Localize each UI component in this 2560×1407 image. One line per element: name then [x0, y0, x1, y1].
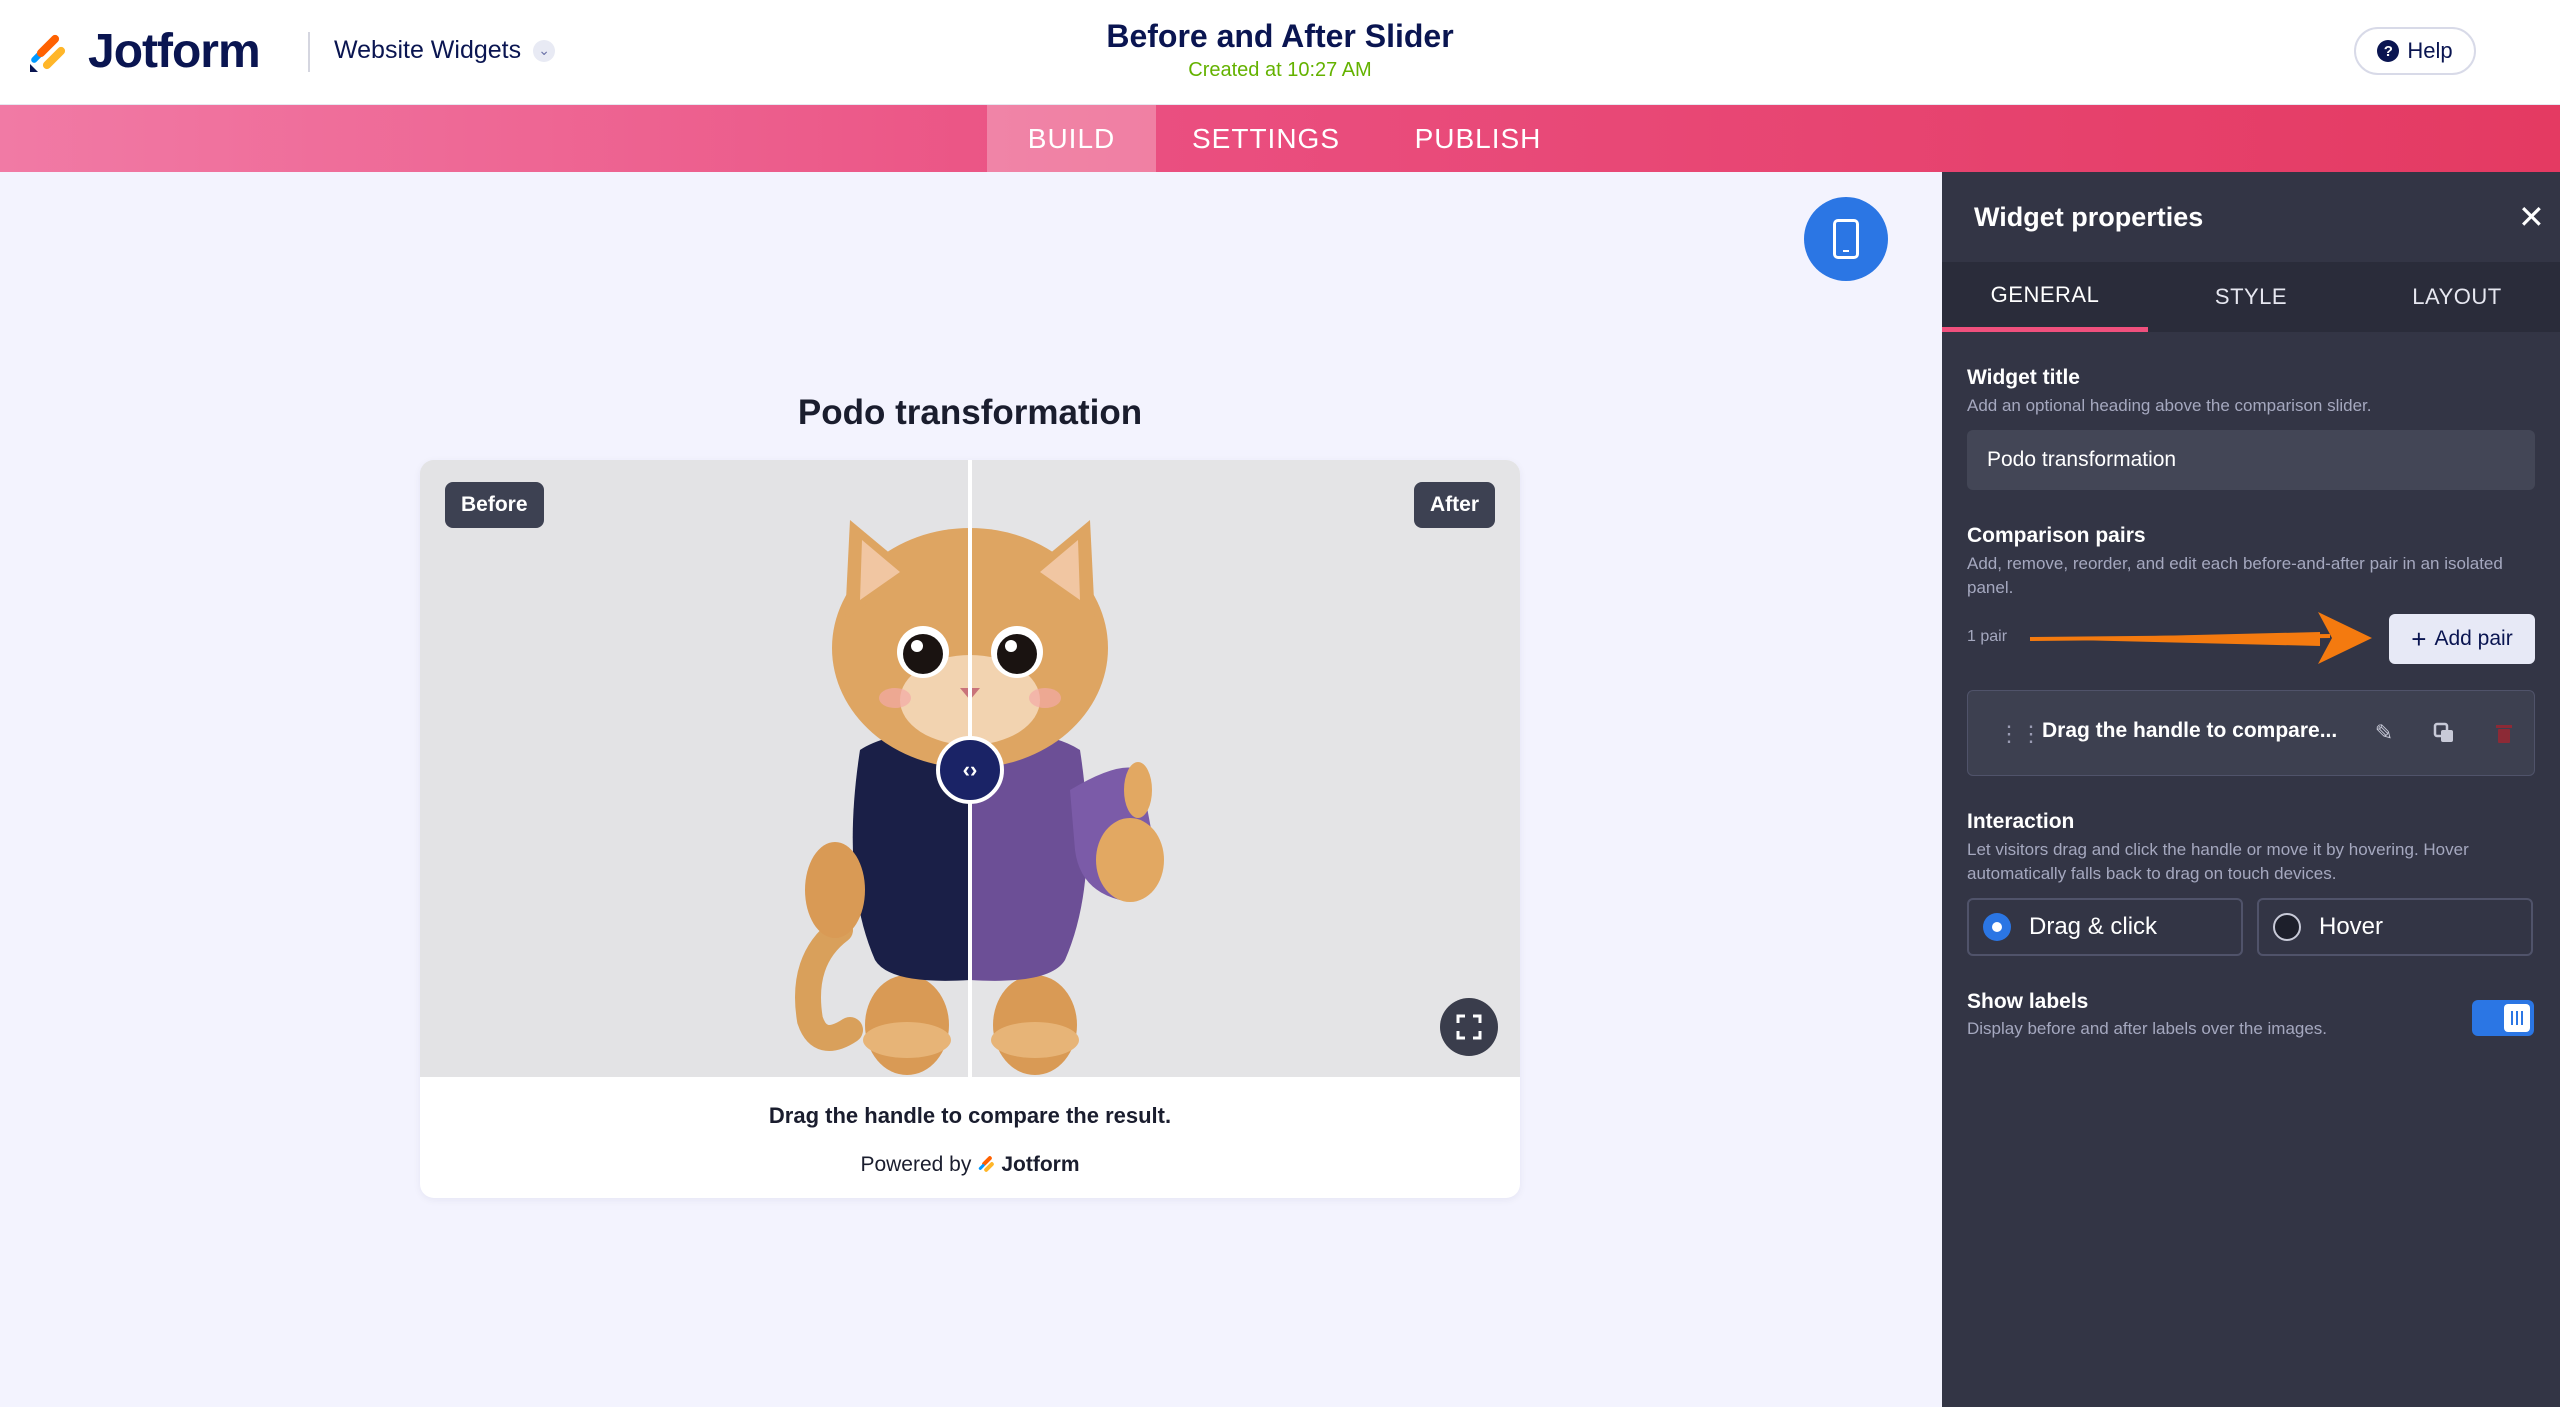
top-bar: Jotform Website Widgets ⌄ Before and Aft…	[0, 0, 2560, 105]
jotform-small-logo-icon	[979, 1156, 995, 1172]
comparison-pairs-label: Comparison pairs	[1967, 524, 2146, 547]
radio-unselected-icon	[2273, 913, 2301, 941]
radio-hover[interactable]: Hover	[2257, 898, 2533, 956]
radio-drag-click-label: Drag & click	[2029, 913, 2158, 940]
pair-item-label: Drag the handle to compare...	[2042, 719, 2338, 742]
powered-by-brand: Jotform	[1001, 1153, 1080, 1176]
close-icon[interactable]: ✕	[2518, 198, 2545, 236]
show-labels-toggle[interactable]	[2472, 1000, 2534, 1036]
widget-title-desc: Add an optional heading above the compar…	[1967, 396, 2372, 415]
duplicate-icon	[2433, 722, 2453, 742]
help-button[interactable]: ? Help	[2354, 27, 2476, 75]
pair-list-item[interactable]: ⋮⋮ Drag the handle to compare... ✎	[1967, 690, 2535, 776]
trash-icon	[2496, 725, 2512, 743]
powered-by[interactable]: Powered by Jotform	[420, 1153, 1520, 1177]
radio-drag-click[interactable]: Drag & click	[1967, 898, 2243, 956]
fullscreen-icon	[1456, 1014, 1482, 1040]
title-block: Before and After Slider Created at 10:27…	[0, 18, 2560, 82]
phone-icon	[1833, 219, 1859, 259]
widget-title-input[interactable]: Podo transformation	[1967, 430, 2535, 490]
slider-caption: Drag the handle to compare the result.	[768, 1103, 1172, 1128]
comparison-area[interactable]: ‹› Before After	[420, 460, 1520, 1077]
delete-button[interactable]	[2486, 715, 2522, 751]
widget-properties-panel: Widget properties ✕ GENERAL STYLE LAYOUT…	[1942, 172, 2560, 1407]
add-pair-label: Add pair	[2434, 627, 2513, 650]
tab-style[interactable]: STYLE	[2148, 262, 2354, 332]
page-title: Before and After Slider	[1106, 18, 1454, 54]
toggle-knob	[2504, 1004, 2530, 1032]
after-label: After	[1413, 482, 1495, 528]
before-label: Before	[445, 482, 544, 528]
plus-icon: +	[2411, 623, 2427, 654]
tab-layout[interactable]: LAYOUT	[2354, 262, 2560, 332]
main-nav: BUILD SETTINGS PUBLISH	[0, 105, 2560, 172]
fullscreen-button[interactable]	[1440, 998, 1498, 1056]
slider-card: ‹› Before After Drag the handle to compa…	[420, 460, 1520, 1198]
panel-title: Widget properties	[1974, 202, 2204, 232]
arrows-left-right-icon: ‹›	[962, 757, 978, 782]
duplicate-button[interactable]	[2426, 715, 2462, 751]
show-labels-desc: Display before and after labels over the…	[1967, 1019, 2328, 1038]
show-labels-label: Show labels	[1967, 990, 2089, 1013]
mobile-preview-button[interactable]	[1804, 197, 1888, 281]
pair-count: 1 pair	[1967, 628, 2008, 645]
powered-by-text: Powered by	[860, 1153, 972, 1176]
radio-hover-label: Hover	[2319, 913, 2384, 940]
help-label: Help	[2407, 38, 2453, 63]
tab-publish[interactable]: PUBLISH	[1376, 105, 1580, 172]
tab-general[interactable]: GENERAL	[1942, 262, 2148, 332]
widget-title-label: Widget title	[1967, 366, 2080, 389]
slider-handle[interactable]: ‹›	[936, 736, 1004, 804]
panel-tabs: GENERAL STYLE LAYOUT	[1942, 262, 2560, 332]
tab-settings[interactable]: SETTINGS	[1156, 105, 1376, 172]
drag-handle-icon[interactable]: ⋮⋮	[1998, 721, 2042, 747]
add-pair-button[interactable]: + Add pair	[2389, 614, 2535, 664]
radio-selected-icon	[1983, 913, 2011, 941]
question-icon: ?	[2377, 40, 2400, 62]
created-timestamp: Created at 10:27 AM	[1188, 59, 1372, 81]
comparison-pairs-desc: Add, remove, reorder, and edit each befo…	[1967, 554, 2503, 597]
tab-build[interactable]: BUILD	[987, 105, 1156, 172]
widget-title: Podo transformation	[797, 393, 1143, 432]
interaction-label: Interaction	[1967, 810, 2075, 833]
edit-pencil-icon[interactable]: ✎	[2366, 715, 2402, 751]
interaction-desc: Let visitors drag and click the handle o…	[1967, 840, 2469, 883]
